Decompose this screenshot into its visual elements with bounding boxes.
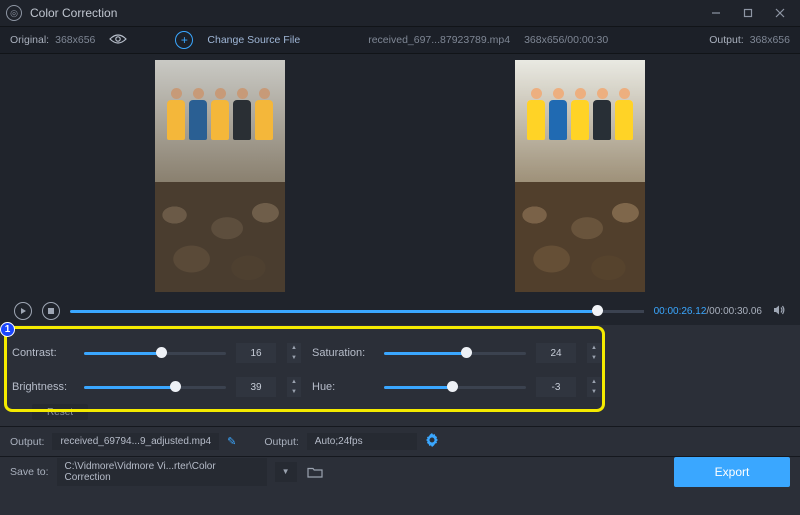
edit-filename-icon[interactable]: ✎ <box>227 435 236 448</box>
original-preview <box>155 60 285 292</box>
output-preview <box>515 60 645 292</box>
window-title: Color Correction <box>30 6 117 20</box>
output-file-label: Output: <box>10 436 44 448</box>
contrast-slider[interactable] <box>84 352 226 355</box>
timecode: 00:00:26.12/00:00:30.06 <box>654 306 762 317</box>
brightness-knob[interactable] <box>170 381 181 392</box>
contrast-knob[interactable] <box>156 347 167 358</box>
time-total: /00:00:30.06 <box>706 306 762 317</box>
output-filename-field[interactable]: received_69794...9_adjusted.mp4 <box>52 433 219 450</box>
stop-button[interactable] <box>42 302 60 320</box>
app-logo-icon: ◎ <box>6 5 22 21</box>
titlebar: ◎ Color Correction <box>0 0 800 26</box>
hue-row: Hue: -3 ▲▼ <box>312 370 612 404</box>
save-bar: Save to: C:\Vidmore\Vidmore Vi...rter\Co… <box>0 456 800 486</box>
save-to-label: Save to: <box>10 466 49 478</box>
hue-knob[interactable] <box>447 381 458 392</box>
hue-label: Hue: <box>312 381 374 393</box>
original-label: Original: <box>10 34 49 46</box>
saturation-knob[interactable] <box>461 347 472 358</box>
minimize-button[interactable] <box>702 3 730 23</box>
brightness-stepper[interactable]: ▲▼ <box>287 377 301 397</box>
close-button[interactable] <box>766 3 794 23</box>
timeline: 00:00:26.12/00:00:30.06 <box>0 297 800 325</box>
output-settings-label: Output: <box>264 436 298 448</box>
preview-area <box>0 54 800 297</box>
saturation-label: Saturation: <box>312 347 374 359</box>
open-folder-icon[interactable] <box>305 462 325 482</box>
saturation-stepper[interactable]: ▲▼ <box>587 343 601 363</box>
contrast-value[interactable]: 16 <box>236 343 276 363</box>
info-strip: Original: 368x656 + Change Source File r… <box>0 26 800 54</box>
hue-value[interactable]: -3 <box>536 377 576 397</box>
change-source-button[interactable]: Change Source File <box>207 34 300 46</box>
save-path-field[interactable]: C:\Vidmore\Vidmore Vi...rter\Color Corre… <box>57 458 267 486</box>
play-button[interactable] <box>14 302 32 320</box>
change-source-icon[interactable]: + <box>175 31 193 49</box>
output-dimensions: 368x656 <box>750 34 790 46</box>
color-correction-panel: 1 Contrast: 16 ▲▼ Saturation: 24 ▲▼ Brig… <box>6 328 794 422</box>
brightness-value[interactable]: 39 <box>236 377 276 397</box>
source-meta: 368x656/00:00:30 <box>524 34 608 46</box>
contrast-label: Contrast: <box>12 347 74 359</box>
output-settings-icon[interactable] <box>425 433 439 450</box>
contrast-row: Contrast: 16 ▲▼ <box>12 336 312 370</box>
saturation-slider[interactable] <box>384 352 526 355</box>
original-dimensions: 368x656 <box>55 34 95 46</box>
hue-slider[interactable] <box>384 386 526 389</box>
output-label: Output: <box>709 34 743 46</box>
save-path-dropdown[interactable]: ▼ <box>275 462 297 482</box>
export-button[interactable]: Export <box>674 457 790 487</box>
brightness-slider[interactable] <box>84 386 226 389</box>
volume-icon[interactable] <box>772 303 786 320</box>
toggle-preview-icon[interactable] <box>109 33 127 48</box>
output-settings-field[interactable]: Auto;24fps <box>307 433 417 450</box>
output-bar: Output: received_69794...9_adjusted.mp4 … <box>0 426 800 456</box>
saturation-value[interactable]: 24 <box>536 343 576 363</box>
brightness-row: Brightness: 39 ▲▼ <box>12 370 312 404</box>
maximize-button[interactable] <box>734 3 762 23</box>
source-filename: received_697...87923789.mp4 <box>368 34 510 46</box>
timeline-track[interactable] <box>70 310 644 313</box>
reset-button[interactable]: Reset <box>32 404 88 420</box>
timeline-handle[interactable] <box>592 305 603 316</box>
time-current: 00:00:26.12 <box>654 306 707 317</box>
brightness-label: Brightness: <box>12 381 74 393</box>
hue-stepper[interactable]: ▲▼ <box>587 377 601 397</box>
annotation-badge: 1 <box>0 322 15 337</box>
saturation-row: Saturation: 24 ▲▼ <box>312 336 612 370</box>
contrast-stepper[interactable]: ▲▼ <box>287 343 301 363</box>
window-controls <box>702 3 794 23</box>
